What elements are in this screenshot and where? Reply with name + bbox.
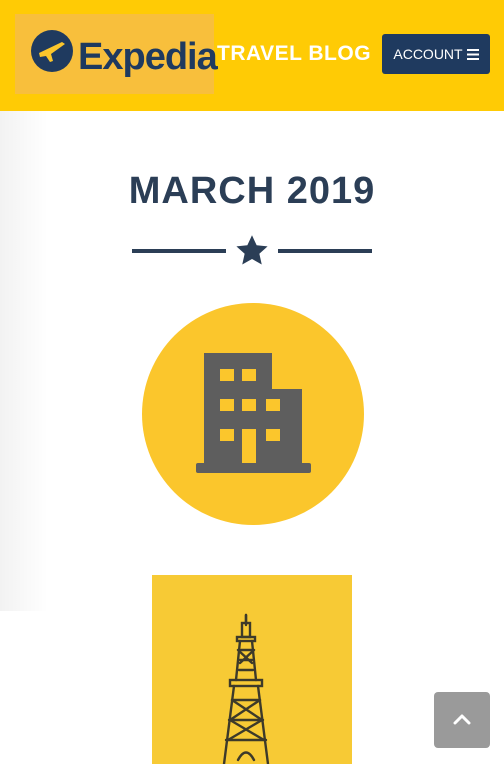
site-header: Expedia TRAVEL BLOG ACCOUNT <box>0 0 504 111</box>
star-icon <box>236 235 268 265</box>
account-label: ACCOUNT <box>393 46 463 62</box>
divider-line-right <box>278 249 372 253</box>
blog-title[interactable]: TRAVEL BLOG <box>217 42 371 66</box>
account-button[interactable]: ACCOUNT <box>382 34 490 74</box>
back-to-top-button[interactable] <box>434 692 490 748</box>
building-icon <box>196 353 311 473</box>
page-title: MARCH 2019 <box>128 170 376 212</box>
divider-line-left <box>132 249 226 253</box>
hamburger-icon <box>466 48 479 60</box>
chevron-up-icon <box>453 714 471 725</box>
eiffel-tower-illustration <box>222 613 270 764</box>
expedia-plane-icon <box>31 30 73 72</box>
eiffel-tower-image[interactable] <box>152 575 352 764</box>
hotel-category-icon[interactable] <box>142 303 364 525</box>
expedia-logo[interactable]: Expedia <box>15 14 218 94</box>
logo-text: Expedia <box>78 36 218 78</box>
